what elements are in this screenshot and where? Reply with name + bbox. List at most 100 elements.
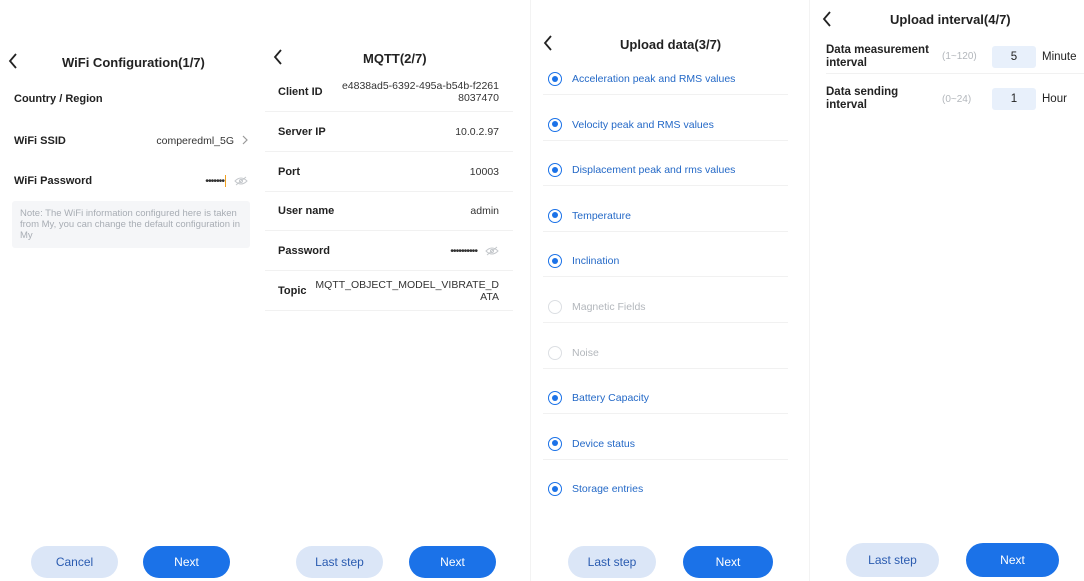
upload-item-1[interactable]: Velocity peak and RMS values <box>548 117 714 132</box>
last-step-button[interactable]: Last step <box>846 543 939 577</box>
divider <box>543 322 788 323</box>
last-step-button[interactable]: Last step <box>568 546 656 578</box>
last-step-button[interactable]: Last step <box>296 546 383 578</box>
upload-item-label: Inclination <box>572 255 620 268</box>
upload-item-label: Acceleration peak and RMS values <box>572 73 736 85</box>
measurement-range: (1~120) <box>942 51 977 62</box>
upload-item-9[interactable]: Storage entries <box>548 482 644 497</box>
upload-item-6[interactable]: Noise <box>548 345 599 360</box>
port-value[interactable]: 10003 <box>470 166 499 178</box>
upload-item-8[interactable]: Device status <box>548 436 636 451</box>
topic-row: Topic MQTT_OBJECT_MODEL_VIBRATE_DATA <box>265 271 513 311</box>
upload-data-screen: Upload data(3/7) Acceleration peak and R… <box>530 0 806 581</box>
wifi-ssid-value: comperedml_5G <box>156 135 234 147</box>
upload-item-label: Noise <box>572 346 599 359</box>
upload-item-0[interactable]: Acceleration peak and RMS values <box>548 72 735 86</box>
topic-label: Topic <box>278 284 307 297</box>
chevron-right-icon <box>242 135 248 148</box>
port-row: Port 10003 <box>265 152 513 192</box>
radio-checked-icon[interactable] <box>548 72 562 86</box>
sending-range: (0~24) <box>942 93 972 105</box>
upload-item-3[interactable]: Temperature <box>548 208 631 223</box>
wifi-password-field[interactable]: ••••••• <box>205 175 225 187</box>
username-value[interactable]: admin <box>470 205 499 217</box>
text-cursor <box>225 175 226 187</box>
cancel-button[interactable]: Cancel <box>31 546 118 578</box>
divider <box>543 185 788 187</box>
radio-checked-icon[interactable] <box>548 208 562 223</box>
back-chevron-icon[interactable] <box>822 11 832 27</box>
password-field[interactable]: •••••••••• <box>450 245 478 257</box>
wifi-config-screen: WiFi Configuration(1/7) Country / Region… <box>0 0 262 581</box>
divider <box>543 367 788 369</box>
eye-off-icon[interactable] <box>485 246 499 256</box>
password-row: Password •••••••••• <box>265 231 513 271</box>
topic-value[interactable]: MQTT_OBJECT_MODEL_VIBRATE_DATA <box>309 279 499 303</box>
port-label: Port <box>278 165 300 178</box>
username-label: User name <box>278 205 335 217</box>
back-chevron-icon[interactable] <box>543 35 553 51</box>
upload-item-7[interactable]: Battery Capacity <box>548 391 650 406</box>
upload-item-label: Displacement peak and rms values <box>572 164 736 177</box>
wifi-password-label: WiFi Password <box>14 175 93 187</box>
country-region-label: Country / Region <box>14 93 103 105</box>
divider <box>543 276 788 278</box>
divider <box>543 94 788 95</box>
wifi-note: Note: The WiFi information configured he… <box>12 201 250 248</box>
upload-item-2[interactable]: Displacement peak and rms values <box>548 163 736 178</box>
radio-checked-icon[interactable] <box>548 436 562 451</box>
sending-interval-label: Data sending interval <box>826 86 899 111</box>
radio-checked-icon[interactable] <box>548 482 562 497</box>
upload-item-label: Battery Capacity <box>572 392 650 405</box>
upload-item-5[interactable]: Magnetic Fields <box>548 300 646 314</box>
client-id-value[interactable]: e4838ad5-6392-495a-b54b-f22618037470 <box>339 80 499 104</box>
next-button[interactable]: Next <box>683 546 773 578</box>
page-title: Upload data(3/7) <box>620 37 722 52</box>
upload-item-label: Storage entries <box>572 483 644 496</box>
divider <box>543 230 788 232</box>
eye-off-icon[interactable] <box>234 176 248 186</box>
radio-unchecked-icon[interactable] <box>548 300 562 314</box>
upload-item-4[interactable]: Inclination <box>548 254 620 269</box>
upload-item-label: Velocity peak and RMS values <box>572 118 714 131</box>
upload-item-label: Device status <box>572 437 636 450</box>
divider <box>543 413 788 415</box>
divider <box>543 458 788 460</box>
server-ip-value[interactable]: 10.0.2.97 <box>455 126 499 138</box>
measurement-unit: Minute <box>1042 50 1077 63</box>
radio-checked-icon[interactable] <box>548 391 562 406</box>
username-row: User name admin <box>265 192 513 231</box>
measurement-interval-label: Data measurement interval <box>826 43 929 69</box>
radio-checked-icon[interactable] <box>548 254 562 269</box>
wifi-ssid-row[interactable]: WiFi SSID comperedml_5G <box>0 126 262 156</box>
upload-item-label: Magnetic Fields <box>572 301 646 313</box>
radio-checked-icon[interactable] <box>548 163 562 178</box>
mqtt-screen: MQTT(2/7) Client ID e4838ad5-6392-495a-b… <box>265 0 527 581</box>
sending-interval-row: Data sending interval (0~24) 1 Hour <box>826 82 1084 116</box>
next-button[interactable]: Next <box>143 546 230 578</box>
page-title: MQTT(2/7) <box>363 51 427 66</box>
server-ip-label: Server IP <box>278 125 326 138</box>
country-region-row[interactable]: Country / Region <box>0 84 262 114</box>
client-id-label: Client ID <box>278 85 323 98</box>
back-chevron-icon[interactable] <box>8 53 18 69</box>
client-id-row: Client ID e4838ad5-6392-495a-b54b-f22618… <box>265 72 513 112</box>
back-chevron-icon[interactable] <box>273 49 283 65</box>
wifi-ssid-label: WiFi SSID <box>14 135 66 147</box>
upload-interval-screen: Upload interval(4/7) Data measurement in… <box>809 0 1084 581</box>
server-ip-row: Server IP 10.0.2.97 <box>265 112 513 152</box>
next-button[interactable]: Next <box>966 543 1059 577</box>
password-label: Password <box>278 244 330 257</box>
divider <box>543 139 788 141</box>
page-title: WiFi Configuration(1/7) <box>62 55 205 70</box>
page-title: Upload interval(4/7) <box>890 12 1011 27</box>
measurement-interval-input[interactable]: 5 <box>992 45 1036 68</box>
measurement-interval-row: Data measurement interval (1~120) 5 Minu… <box>826 40 1084 74</box>
radio-unchecked-icon[interactable] <box>548 345 562 360</box>
sending-unit: Hour <box>1042 93 1067 105</box>
upload-item-label: Temperature <box>572 209 631 222</box>
sending-interval-input[interactable]: 1 <box>992 88 1036 110</box>
radio-checked-icon[interactable] <box>548 117 562 132</box>
wifi-password-row: WiFi Password ••••••• <box>0 166 262 196</box>
next-button[interactable]: Next <box>409 546 496 578</box>
